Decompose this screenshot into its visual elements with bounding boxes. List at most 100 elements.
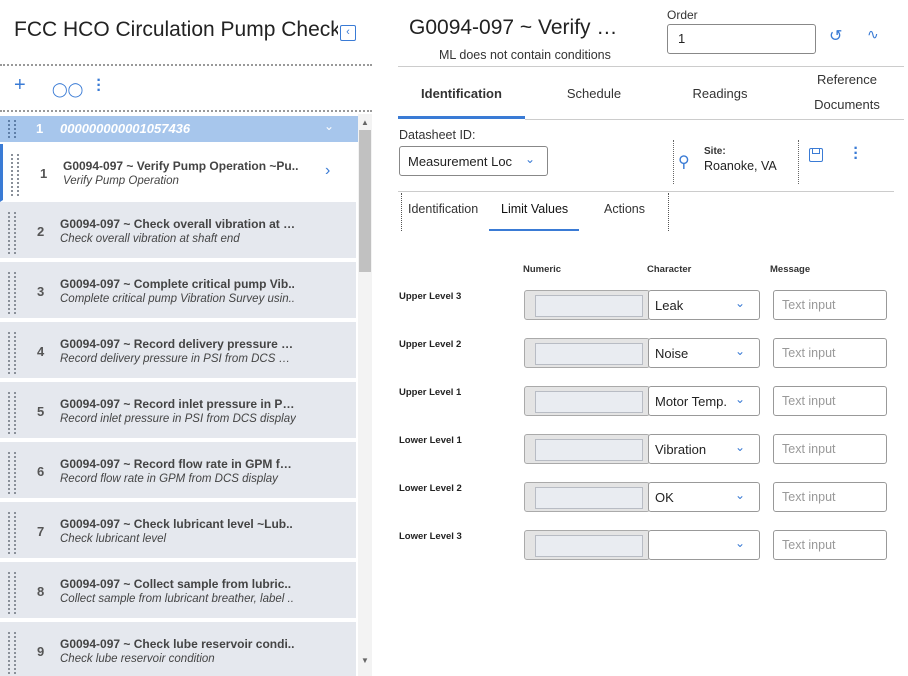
message-input[interactable]: Text input xyxy=(773,386,887,416)
chevron-down-icon: ⌄ xyxy=(734,440,745,454)
message-input[interactable]: Text input xyxy=(773,530,887,560)
save-icon[interactable] xyxy=(809,148,823,162)
subtab-limit-values[interactable]: Limit Values xyxy=(501,202,568,216)
chevron-right-icon[interactable]: › xyxy=(325,162,330,180)
item-title: G0094-097 ~ Check lube reservoir condi.. xyxy=(60,637,295,651)
character-value: Leak xyxy=(655,298,684,313)
add-icon[interactable]: + xyxy=(14,75,26,95)
limit-level-label: Lower Level 1 xyxy=(399,435,462,446)
drag-handle-icon[interactable] xyxy=(8,572,16,614)
column-header-numeric: Numeric xyxy=(523,264,562,275)
item-number: 7 xyxy=(37,524,45,539)
numeric-limit-field[interactable] xyxy=(524,530,650,560)
item-title: G0094-097 ~ Check lubricant level ~Lub.. xyxy=(60,517,293,531)
list-item[interactable]: 5 G0094-097 ~ Record inlet pressure in P… xyxy=(0,382,356,440)
chevron-down-icon[interactable]: ⌄ xyxy=(324,119,334,133)
drag-handle-icon[interactable] xyxy=(8,512,16,554)
character-limit-select[interactable]: Vibration ⌄ xyxy=(648,434,760,464)
item-subtitle: Check lubricant level xyxy=(60,533,167,545)
character-limit-select[interactable]: Motor Temp. ⌄ xyxy=(648,386,760,416)
message-input[interactable]: Text input xyxy=(773,290,887,320)
list-scrollbar[interactable]: ▲ ▼ xyxy=(358,114,372,676)
tab-readings[interactable]: Readings xyxy=(676,86,764,101)
datasheet-label: Datasheet ID: xyxy=(399,128,476,142)
panel-title: FCC HCO Circulation Pump Check… xyxy=(14,18,338,41)
group-header-row[interactable]: 1 000000000001057436 ⌄ xyxy=(0,116,358,142)
numeric-limit-field[interactable] xyxy=(524,434,650,464)
numeric-limit-field[interactable] xyxy=(524,482,650,512)
drag-handle-icon[interactable] xyxy=(8,392,16,434)
group-number: 1 xyxy=(36,121,44,136)
message-input[interactable]: Text input xyxy=(773,482,887,512)
chevron-down-icon: ⌄ xyxy=(734,392,745,406)
page-title: G0094-097 ~ Verify … xyxy=(409,16,618,39)
binoculars-icon[interactable]: ◯◯ xyxy=(52,80,83,98)
item-number: 5 xyxy=(37,404,45,419)
list-item[interactable]: 3 G0094-097 ~ Complete critical pump Vib… xyxy=(0,262,356,320)
list-item[interactable]: 1 G0094-097 ~ Verify Pump Operation ~Pu.… xyxy=(0,144,356,202)
divider xyxy=(673,140,674,184)
tab-identification[interactable]: Identification xyxy=(398,86,525,101)
item-title: G0094-097 ~ Collect sample from lubric.. xyxy=(60,577,292,591)
divider xyxy=(401,193,402,231)
chevron-down-icon: ⌄ xyxy=(734,536,745,550)
site-label: Site: xyxy=(704,146,726,157)
collapse-panel-icon[interactable]: ‹ xyxy=(340,25,356,41)
datasheet-select[interactable]: Measurement Loc ⌄ xyxy=(399,146,548,176)
limit-level-label: Upper Level 1 xyxy=(399,387,462,398)
column-header-character: Character xyxy=(647,264,692,275)
message-input[interactable]: Text input xyxy=(773,338,887,368)
scroll-down-icon[interactable]: ▼ xyxy=(361,656,369,665)
item-subtitle: Record delivery pressure in PSI from DCS… xyxy=(60,353,296,365)
item-number: 3 xyxy=(37,284,45,299)
numeric-limit-field[interactable] xyxy=(524,386,650,416)
refresh-icon[interactable]: ↺ xyxy=(829,26,842,46)
drag-handle-icon[interactable] xyxy=(8,120,16,138)
page-subtitle: ML does not contain conditions xyxy=(439,48,611,62)
item-title: G0094-097 ~ Record flow rate in GPM fro.… xyxy=(60,457,296,471)
datasheet-value: Measurement Loc xyxy=(408,154,513,169)
drag-handle-icon[interactable] xyxy=(11,154,19,196)
order-label: Order xyxy=(667,8,698,22)
subtab-actions[interactable]: Actions xyxy=(604,202,645,216)
order-field[interactable]: 1 xyxy=(667,24,816,54)
character-limit-select[interactable]: ⌄ xyxy=(648,530,760,560)
chevron-down-icon: ⌄ xyxy=(524,152,535,166)
list-item[interactable]: 6 G0094-097 ~ Record flow rate in GPM fr… xyxy=(0,442,356,500)
numeric-limit-field[interactable] xyxy=(524,338,650,368)
more-options-icon[interactable]: · · · xyxy=(96,73,102,99)
character-value: OK xyxy=(655,490,674,505)
group-id: 000000000001057436 xyxy=(60,121,191,136)
drag-handle-icon[interactable] xyxy=(8,212,16,254)
item-number: 4 xyxy=(37,344,45,359)
tab-schedule[interactable]: Schedule xyxy=(550,86,638,101)
item-number: 1 xyxy=(40,166,48,181)
character-value: Motor Temp. xyxy=(655,394,728,409)
item-title: G0094-097 ~ Record delivery pressure in.… xyxy=(60,337,296,351)
tab-reference-documents[interactable]: Reference Documents xyxy=(798,72,896,112)
list-item[interactable]: 7 G0094-097 ~ Check lubricant level ~Lub… xyxy=(0,502,356,560)
divider xyxy=(0,110,372,112)
character-limit-select[interactable]: Noise ⌄ xyxy=(648,338,760,368)
scroll-up-icon[interactable]: ▲ xyxy=(361,118,369,127)
scroll-thumb[interactable] xyxy=(359,130,371,272)
subtab-identification[interactable]: Identification xyxy=(408,202,478,216)
location-pin-icon: ⚲ xyxy=(678,154,690,171)
list-item[interactable]: 9 G0094-097 ~ Check lube reservoir condi… xyxy=(0,622,356,676)
drag-handle-icon[interactable] xyxy=(8,632,16,674)
list-item[interactable]: 4 G0094-097 ~ Record delivery pressure i… xyxy=(0,322,356,380)
list-item[interactable]: 2 G0094-097 ~ Check overall vibration at… xyxy=(0,202,356,260)
trend-chart-icon[interactable]: ∿ xyxy=(867,26,879,43)
drag-handle-icon[interactable] xyxy=(8,452,16,494)
more-options-icon[interactable]: · · · xyxy=(853,141,859,167)
character-value: Vibration xyxy=(655,442,707,457)
drag-handle-icon[interactable] xyxy=(8,332,16,374)
list-item[interactable]: 8 G0094-097 ~ Collect sample from lubric… xyxy=(0,562,356,620)
item-title: G0094-097 ~ Complete critical pump Vib.. xyxy=(60,277,295,291)
numeric-limit-field[interactable] xyxy=(524,290,650,320)
message-input[interactable]: Text input xyxy=(773,434,887,464)
character-limit-select[interactable]: OK ⌄ xyxy=(648,482,760,512)
divider xyxy=(398,191,894,192)
drag-handle-icon[interactable] xyxy=(8,272,16,314)
character-limit-select[interactable]: Leak ⌄ xyxy=(648,290,760,320)
